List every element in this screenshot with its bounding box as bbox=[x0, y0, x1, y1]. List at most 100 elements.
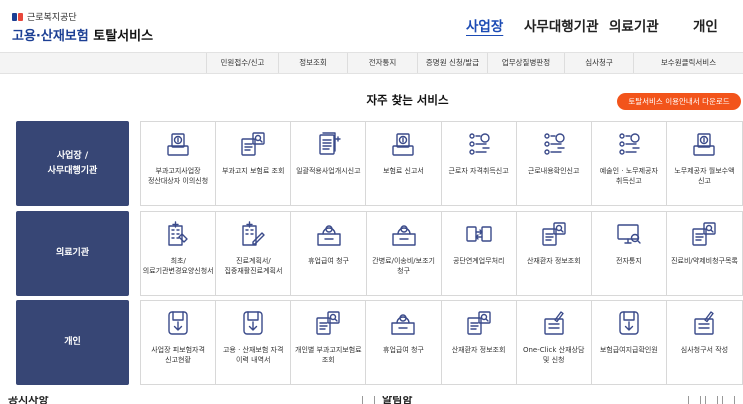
document-pen-icon bbox=[694, 311, 715, 335]
service-grid: 최초/의료기관변경요양신청서 진료계획서/집중재활진료계획서 휴업급여 청구 간… bbox=[140, 211, 743, 296]
download-doc-icon bbox=[168, 311, 188, 335]
service-item[interactable]: 부과고지 보험료 조회 bbox=[216, 122, 292, 205]
notice-toggle-button[interactable] bbox=[362, 396, 375, 404]
subnav-item[interactable]: 정보조회 bbox=[278, 53, 347, 73]
service-item-label: 공단연계업무처리 bbox=[452, 257, 505, 265]
hospital-building-icon bbox=[168, 221, 188, 246]
money-monitor-icon bbox=[693, 133, 716, 156]
service-item[interactable]: 개인별 부과고지보험료 조회 bbox=[291, 301, 367, 384]
subnav-item[interactable]: 증명원 신청/발급 bbox=[417, 53, 487, 73]
service-item[interactable]: 진료계획서/집중재활진료계획서 bbox=[216, 212, 292, 295]
service-item[interactable]: 일괄적용사업개시신고 bbox=[291, 122, 367, 205]
service-item-label: 근로자 자격취득신고 bbox=[448, 167, 509, 175]
service-item[interactable]: 휴업급여 청구 bbox=[291, 212, 367, 295]
document-search-icon bbox=[241, 132, 265, 156]
subnav-item[interactable]: 민원접수/신고 bbox=[206, 53, 278, 73]
service-item-label: 전자통지 bbox=[616, 257, 642, 265]
service-grid: 부과고지사업장 정산대상자 이의신청 부과고지 보험료 조회 일괄적용사업개시신… bbox=[140, 121, 743, 206]
bottom-section: 공지사항 알림함 bbox=[0, 396, 743, 404]
row-label: 사업장 / 사무대행기관 bbox=[16, 121, 129, 206]
nav-medical[interactable]: 의료기관 bbox=[609, 15, 659, 35]
download-doc-icon bbox=[619, 311, 639, 335]
service-item[interactable]: 예술인 · 노무제공자 취득신고 bbox=[592, 122, 667, 205]
service-item[interactable]: 노무제공자 월보수액 신고 bbox=[667, 122, 742, 205]
people-network-icon bbox=[468, 133, 490, 155]
nav-agency[interactable]: 사무대행기관 bbox=[524, 15, 599, 35]
document-search-icon bbox=[542, 222, 566, 246]
service-item[interactable]: One-Click 산재상담 및 신청 bbox=[517, 301, 592, 384]
service-item[interactable]: 근로내용확인신고 bbox=[517, 122, 592, 205]
subnav-item[interactable]: 보수원클릭서비스 bbox=[633, 53, 743, 73]
service-item-label: One-Click 산재상담 및 신청 bbox=[522, 346, 585, 365]
service-item[interactable]: 최초/의료기관변경요양신청서 bbox=[141, 212, 217, 295]
main-nav: 사업장 사무대행기관 의료기관 개인 bbox=[0, 15, 743, 35]
service-item[interactable]: 산재환자 정보조회 bbox=[442, 301, 517, 384]
service-item-label: 산재환자 정보조회 bbox=[526, 257, 581, 265]
service-item[interactable]: 진료비/약제비청구목록 bbox=[667, 212, 742, 295]
people-network-icon bbox=[619, 133, 640, 155]
service-item-label: 휴업급여 청구 bbox=[383, 346, 424, 354]
nav-business[interactable]: 사업장 bbox=[466, 15, 503, 35]
hospital-edit-icon bbox=[242, 221, 266, 246]
service-item-label: 진료계획서/집중재활진료계획서 bbox=[224, 257, 283, 276]
row-label: 의료기관 bbox=[16, 211, 129, 296]
pause-button[interactable] bbox=[722, 396, 735, 404]
service-item-label: 고용 · 산재보험 자격 이력 내역서 bbox=[222, 346, 284, 365]
document-pen-icon bbox=[543, 311, 564, 335]
subnav-item[interactable]: 심사청구 bbox=[564, 53, 633, 73]
money-monitor-icon bbox=[167, 133, 189, 156]
next-button[interactable] bbox=[705, 396, 718, 404]
service-item-label: 간병료/이송비/보조기 청구 bbox=[372, 257, 435, 276]
service-item-label: 진료비/약제비청구목록 bbox=[671, 257, 738, 265]
money-box-icon bbox=[391, 225, 416, 246]
service-item[interactable]: 전자통지 bbox=[592, 212, 667, 295]
service-item-label: 부과고지 보험료 조회 bbox=[221, 167, 285, 175]
money-monitor-icon bbox=[392, 133, 415, 156]
subnav-item[interactable]: 업무상질병판정 bbox=[487, 53, 564, 73]
guide-download-button[interactable]: 토탈서비스 이용안내서 다운로드 bbox=[617, 93, 741, 110]
service-item-label: 노무제공자 월보수액 신고 bbox=[674, 167, 735, 186]
service-item-label: 개인별 부과고지보험료 조회 bbox=[295, 346, 362, 365]
people-network-icon bbox=[543, 133, 565, 155]
nav-personal[interactable]: 개인 bbox=[693, 15, 718, 35]
site-header: 근로복지공단 고용·산재보험 토탈서비스 사업장 사무대행기관 의료기관 개인 bbox=[0, 0, 743, 52]
sub-nav: 민원접수/신고 정보조회 전자통지 증명원 신청/발급 업무상질병판정 심사청구… bbox=[0, 52, 743, 74]
row-label: 개인 bbox=[16, 300, 129, 385]
prev-button[interactable] bbox=[688, 396, 701, 404]
service-item-label: 심사청구서 작성 bbox=[680, 346, 729, 354]
service-item-label: 일괄적용사업개시신고 bbox=[296, 167, 361, 175]
service-item[interactable]: 공단연계업무처리 bbox=[442, 212, 517, 295]
service-item[interactable]: 간병료/이송비/보조기 청구 bbox=[367, 212, 442, 295]
inbox-title[interactable]: 알림함 bbox=[382, 396, 412, 404]
service-item[interactable]: 산재환자 정보조회 bbox=[517, 212, 592, 295]
service-item-label: 보험료 신고서 bbox=[383, 167, 424, 175]
service-item[interactable]: 보험급여지급확인원 bbox=[592, 301, 667, 384]
service-item[interactable]: 보험료 신고서 bbox=[366, 122, 442, 205]
service-item[interactable]: 고용 · 산재보험 자격 이력 내역서 bbox=[216, 301, 292, 384]
service-item[interactable]: 부과고지사업장 정산대상자 이의신청 bbox=[141, 122, 217, 205]
service-item[interactable]: 근로자 자격취득신고 bbox=[442, 122, 517, 205]
monitor-search-icon bbox=[617, 224, 641, 244]
service-item[interactable]: 휴업급여 청구 bbox=[366, 301, 442, 384]
document-search-icon bbox=[466, 311, 491, 335]
notice-title[interactable]: 공지사항 bbox=[8, 396, 48, 404]
service-item-label: 근로내용확인신고 bbox=[527, 167, 580, 175]
service-item-label: 보험급여지급확인원 bbox=[599, 346, 658, 354]
service-item-label: 부과고지사업장 정산대상자 이의신청 bbox=[147, 167, 209, 186]
file-exchange-icon bbox=[466, 226, 492, 242]
subnav-item[interactable]: 전자통지 bbox=[347, 53, 417, 73]
download-doc-icon bbox=[243, 311, 263, 335]
money-box-icon bbox=[391, 314, 416, 335]
service-grid: 사업장 피보험자격 신고현황 고용 · 산재보험 자격 이력 내역서 개인별 부… bbox=[140, 300, 743, 385]
money-box-icon bbox=[316, 225, 341, 246]
service-item-label: 휴업급여 청구 bbox=[308, 257, 349, 265]
service-item-label: 사업장 피보험자격 신고현황 bbox=[151, 346, 205, 365]
document-search-icon bbox=[692, 222, 717, 246]
document-stack-icon bbox=[319, 132, 342, 155]
service-item[interactable]: 사업장 피보험자격 신고현황 bbox=[141, 301, 217, 384]
service-item-label: 산재환자 정보조회 bbox=[451, 346, 506, 354]
document-search-icon bbox=[316, 311, 341, 335]
service-item-label: 예술인 · 노무제공자 취득신고 bbox=[599, 167, 658, 186]
service-item[interactable]: 심사청구서 작성 bbox=[667, 301, 742, 384]
service-item-label: 최초/의료기관변경요양신청서 bbox=[142, 257, 214, 276]
